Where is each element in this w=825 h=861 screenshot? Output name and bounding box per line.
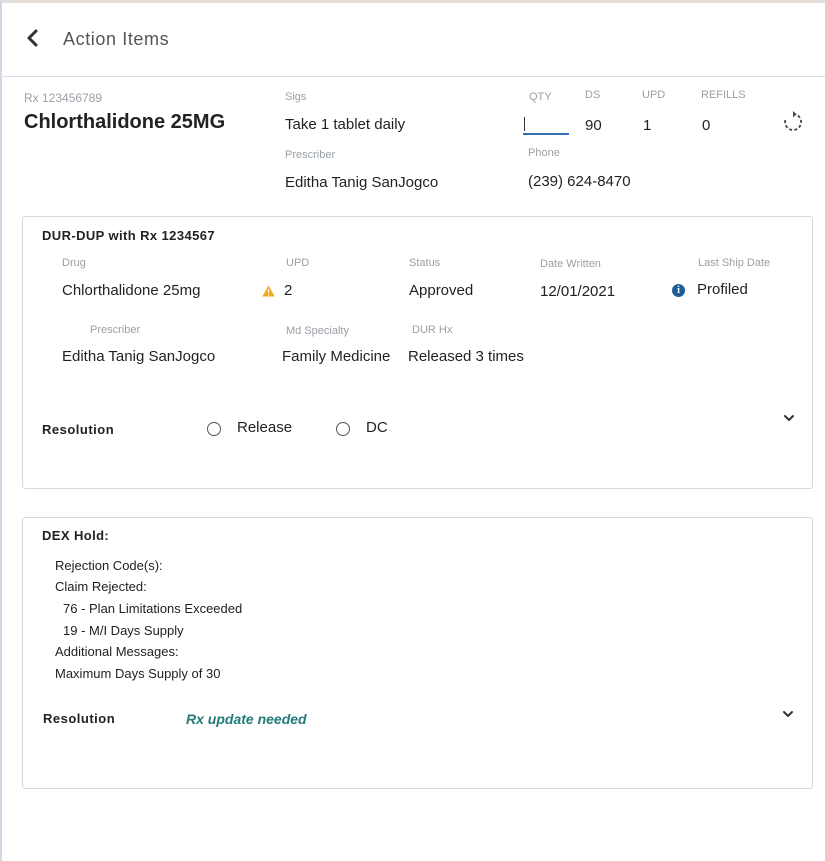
upd-label: UPD [642,89,666,101]
prescriber-value: Editha Tanig SanJogco [285,174,439,191]
expand-chevron-icon[interactable] [781,706,795,717]
dur-prescriber-value: Editha Tanig SanJogco [62,348,216,365]
dur-prescriber-label: Prescriber [90,324,141,336]
ds-label: DS [585,89,601,101]
upd-value: 1 [643,117,652,134]
sigs-value: Take 1 tablet daily [285,116,406,133]
phone-label: Phone [528,147,560,159]
dur-resolution-label: Resolution [42,422,115,437]
page-title: Action Items [63,29,170,49]
rx-number: Rx 123456789 [24,91,103,105]
dur-upd-value: 2 [284,282,293,299]
md-specialty-label: Md Specialty [286,325,349,337]
refills-label: REFILLS [701,89,746,101]
date-written-label: Date Written [540,258,601,270]
md-specialty-value: Family Medicine [282,348,391,365]
additional-messages-label: Additional Messages: [55,644,179,659]
dex-resolution-label: Resolution [43,711,116,726]
last-ship-date-label: Last Ship Date [698,257,771,269]
date-written-value: 12/01/2021 [540,283,616,300]
dur-hx-value: Released 3 times [408,348,524,365]
dur-upd-label: UPD [286,257,310,269]
release-radio-label[interactable]: Release [237,419,292,436]
rejection-codes-label: Rejection Code(s): [55,558,163,573]
dc-radio[interactable] [336,422,350,436]
rejection-code-item: 19 - M/I Days Supply [63,623,184,638]
dur-title: DUR-DUP with Rx 1234567 [42,228,215,243]
drug-name: Chlorthalidone 25MG [24,111,226,133]
dur-status-value: Approved [409,282,474,299]
expand-chevron-icon[interactable] [782,410,796,421]
last-ship-date-value: Profiled [697,281,748,298]
info-icon[interactable]: i [672,284,685,297]
page-header: Action Items [0,0,825,77]
qty-label: QTY [529,91,552,103]
warning-icon [262,284,275,297]
back-chevron-icon[interactable] [24,27,44,49]
dur-hx-label: DUR Hx [412,324,453,336]
dc-radio-label[interactable]: DC [366,419,388,436]
text-cursor [524,117,525,131]
rejection-code-item: 76 - Plan Limitations Exceeded [63,601,243,616]
claim-rejected-label: Claim Rejected: [55,579,147,594]
left-border [0,0,2,861]
dur-status-label: Status [409,257,441,269]
dur-drug-value: Chlorthalidone 25mg [62,282,201,299]
qty-input[interactable] [523,115,569,135]
dex-title: DEX Hold: [42,528,110,543]
ds-value: 90 [585,117,602,134]
phone-value: (239) 624-8470 [528,173,631,190]
rx-update-needed-text: Rx update needed [186,711,307,727]
prescriber-label: Prescriber [285,149,336,161]
dur-dup-card: DUR-DUP with Rx 1234567 Drug Chlorthalid… [22,216,813,489]
additional-message-item: Maximum Days Supply of 30 [55,666,221,681]
dex-hold-card: DEX Hold: Rejection Code(s): Claim Rejec… [22,517,813,789]
refresh-icon[interactable] [781,110,805,134]
release-radio[interactable] [207,422,221,436]
sigs-label: Sigs [285,91,307,103]
dur-drug-label: Drug [62,257,86,269]
refills-value: 0 [702,117,711,134]
